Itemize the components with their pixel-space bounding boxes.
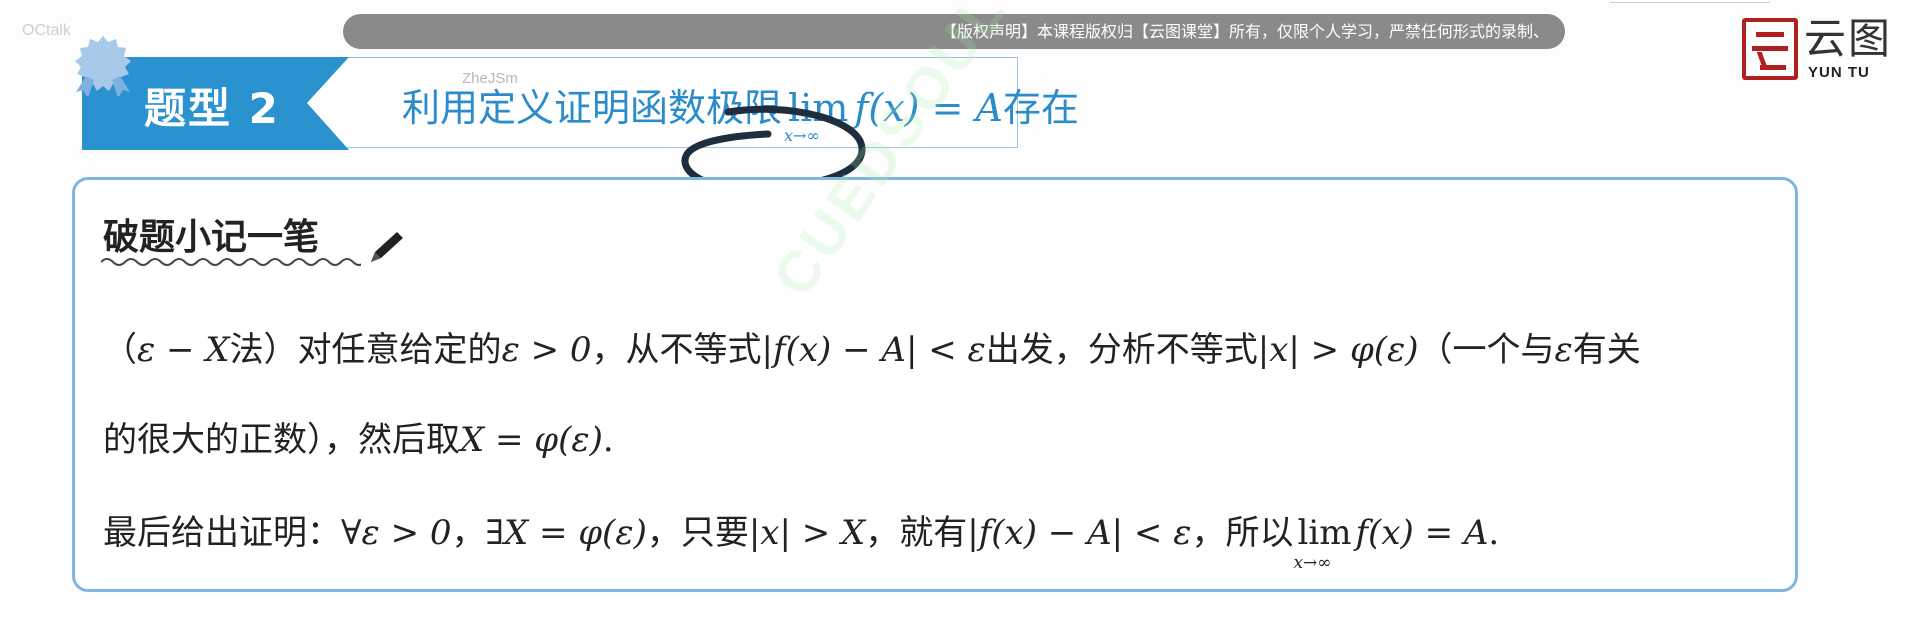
wavy-underline	[101, 258, 361, 266]
corner-overlay-text: OCtalk	[22, 22, 71, 39]
problem-type-tag: 题型 2	[144, 84, 280, 133]
pencil-icon	[371, 232, 403, 262]
tip-line-2: 的很大的正数），然后取X = φ(ε).	[103, 420, 614, 460]
yuntu-logo: 云图 YUN TU	[1742, 14, 1902, 82]
header-title-suffix: 存在	[1002, 86, 1079, 130]
top-divider	[1610, 2, 1770, 3]
proof-lim: lim x→∞	[1293, 513, 1352, 573]
watermark-top: ZheJSm	[462, 70, 518, 87]
logo-chinese-text: 云图	[1804, 14, 1893, 63]
tips-card: 破题小记一笔 （ε − X法）对任意给定的ε > 0，从不等式|f(x) − A…	[72, 177, 1798, 592]
logo-mark-icon	[1742, 18, 1798, 80]
tip-line-1: （ε − X法）对任意给定的ε > 0，从不等式|f(x) − A| < ε出发…	[103, 330, 1641, 370]
tip-line-3: 最后给出证明：∀ε > 0，∃X = φ(ε)，只要|x| > X，就有|f(x…	[103, 513, 1500, 573]
seal-badge-icon	[75, 36, 131, 96]
logo-english-text: YUN TU	[1808, 64, 1870, 81]
card-heading: 破题小记一笔	[103, 217, 320, 258]
